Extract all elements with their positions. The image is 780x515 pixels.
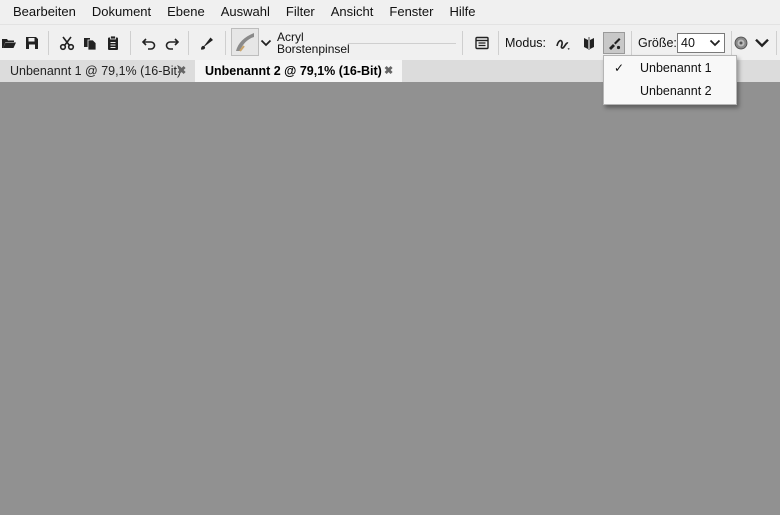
tab-label: Unbenannt 2 @ 79,1% (16-Bit) — [205, 64, 382, 78]
undo-icon[interactable] — [138, 32, 160, 54]
brush-tool-icon[interactable] — [196, 32, 218, 54]
brush-texture-dropdown[interactable] — [751, 32, 773, 54]
mode-clone-icon[interactable] — [603, 32, 625, 54]
brush-panel-icon[interactable] — [471, 32, 493, 54]
paste-icon[interactable] — [102, 32, 124, 54]
mode-symmetry-icon[interactable] — [578, 32, 600, 54]
menu-dokument[interactable]: Dokument — [84, 0, 159, 24]
menu-ebene[interactable]: Ebene — [159, 0, 213, 24]
save-icon[interactable] — [21, 32, 43, 54]
brush-preset-dropdown[interactable] — [259, 33, 273, 53]
open-folder-icon[interactable] — [0, 32, 20, 54]
size-value: 40 — [681, 36, 695, 50]
menu-hilfe[interactable]: Hilfe — [441, 0, 483, 24]
menu-item-unbenannt-1[interactable]: ✓ Unbenannt 1 — [604, 57, 736, 79]
separator — [48, 31, 49, 55]
separator — [631, 31, 632, 55]
menu-bar: Bearbeiten Dokument Ebene Auswahl Filter… — [0, 0, 780, 24]
copy-icon[interactable] — [79, 32, 101, 54]
tab-label: Unbenannt 1 @ 79,1% (16-Bit) — [10, 64, 182, 78]
separator — [225, 31, 226, 55]
cut-icon[interactable] — [56, 32, 78, 54]
separator — [462, 31, 463, 55]
menu-auswahl[interactable]: Auswahl — [213, 0, 278, 24]
close-icon[interactable]: ✖ — [384, 60, 393, 82]
tab-unbenannt-1[interactable]: Unbenannt 1 @ 79,1% (16-Bit) ✖ — [0, 60, 195, 82]
size-label: Größe: — [638, 36, 677, 50]
separator — [498, 31, 499, 55]
brush-name: Acryl Borstenpinsel — [277, 31, 350, 55]
brush-preset-thumbnail[interactable] — [231, 28, 259, 56]
separator — [130, 31, 131, 55]
check-icon: ✓ — [614, 61, 625, 75]
size-select[interactable]: 40 — [677, 33, 725, 53]
menu-item-unbenannt-2[interactable]: Unbenannt 2 — [604, 80, 736, 102]
menu-item-label: Unbenannt 1 — [640, 61, 712, 75]
menu-ansicht[interactable]: Ansicht — [323, 0, 382, 24]
menu-bearbeiten[interactable]: Bearbeiten — [0, 0, 84, 24]
brush-divider — [348, 43, 456, 44]
canvas-area[interactable] — [0, 82, 780, 515]
clone-source-menu: ✓ Unbenannt 1 Unbenannt 2 — [603, 55, 737, 105]
separator — [776, 31, 777, 55]
mode-stroke-icon[interactable] — [552, 32, 574, 54]
close-icon[interactable]: ✖ — [177, 60, 186, 82]
menu-fenster[interactable]: Fenster — [381, 0, 441, 24]
brush-name-line2: Borstenpinsel — [277, 42, 350, 56]
chevron-down-icon — [709, 36, 721, 54]
tab-unbenannt-2[interactable]: Unbenannt 2 @ 79,1% (16-Bit) ✖ — [195, 60, 402, 82]
menu-item-label: Unbenannt 2 — [640, 84, 712, 98]
brush-texture-icon[interactable] — [730, 32, 752, 54]
mode-label: Modus: — [505, 36, 546, 50]
redo-icon[interactable] — [161, 32, 183, 54]
separator — [188, 31, 189, 55]
menu-filter[interactable]: Filter — [278, 0, 323, 24]
